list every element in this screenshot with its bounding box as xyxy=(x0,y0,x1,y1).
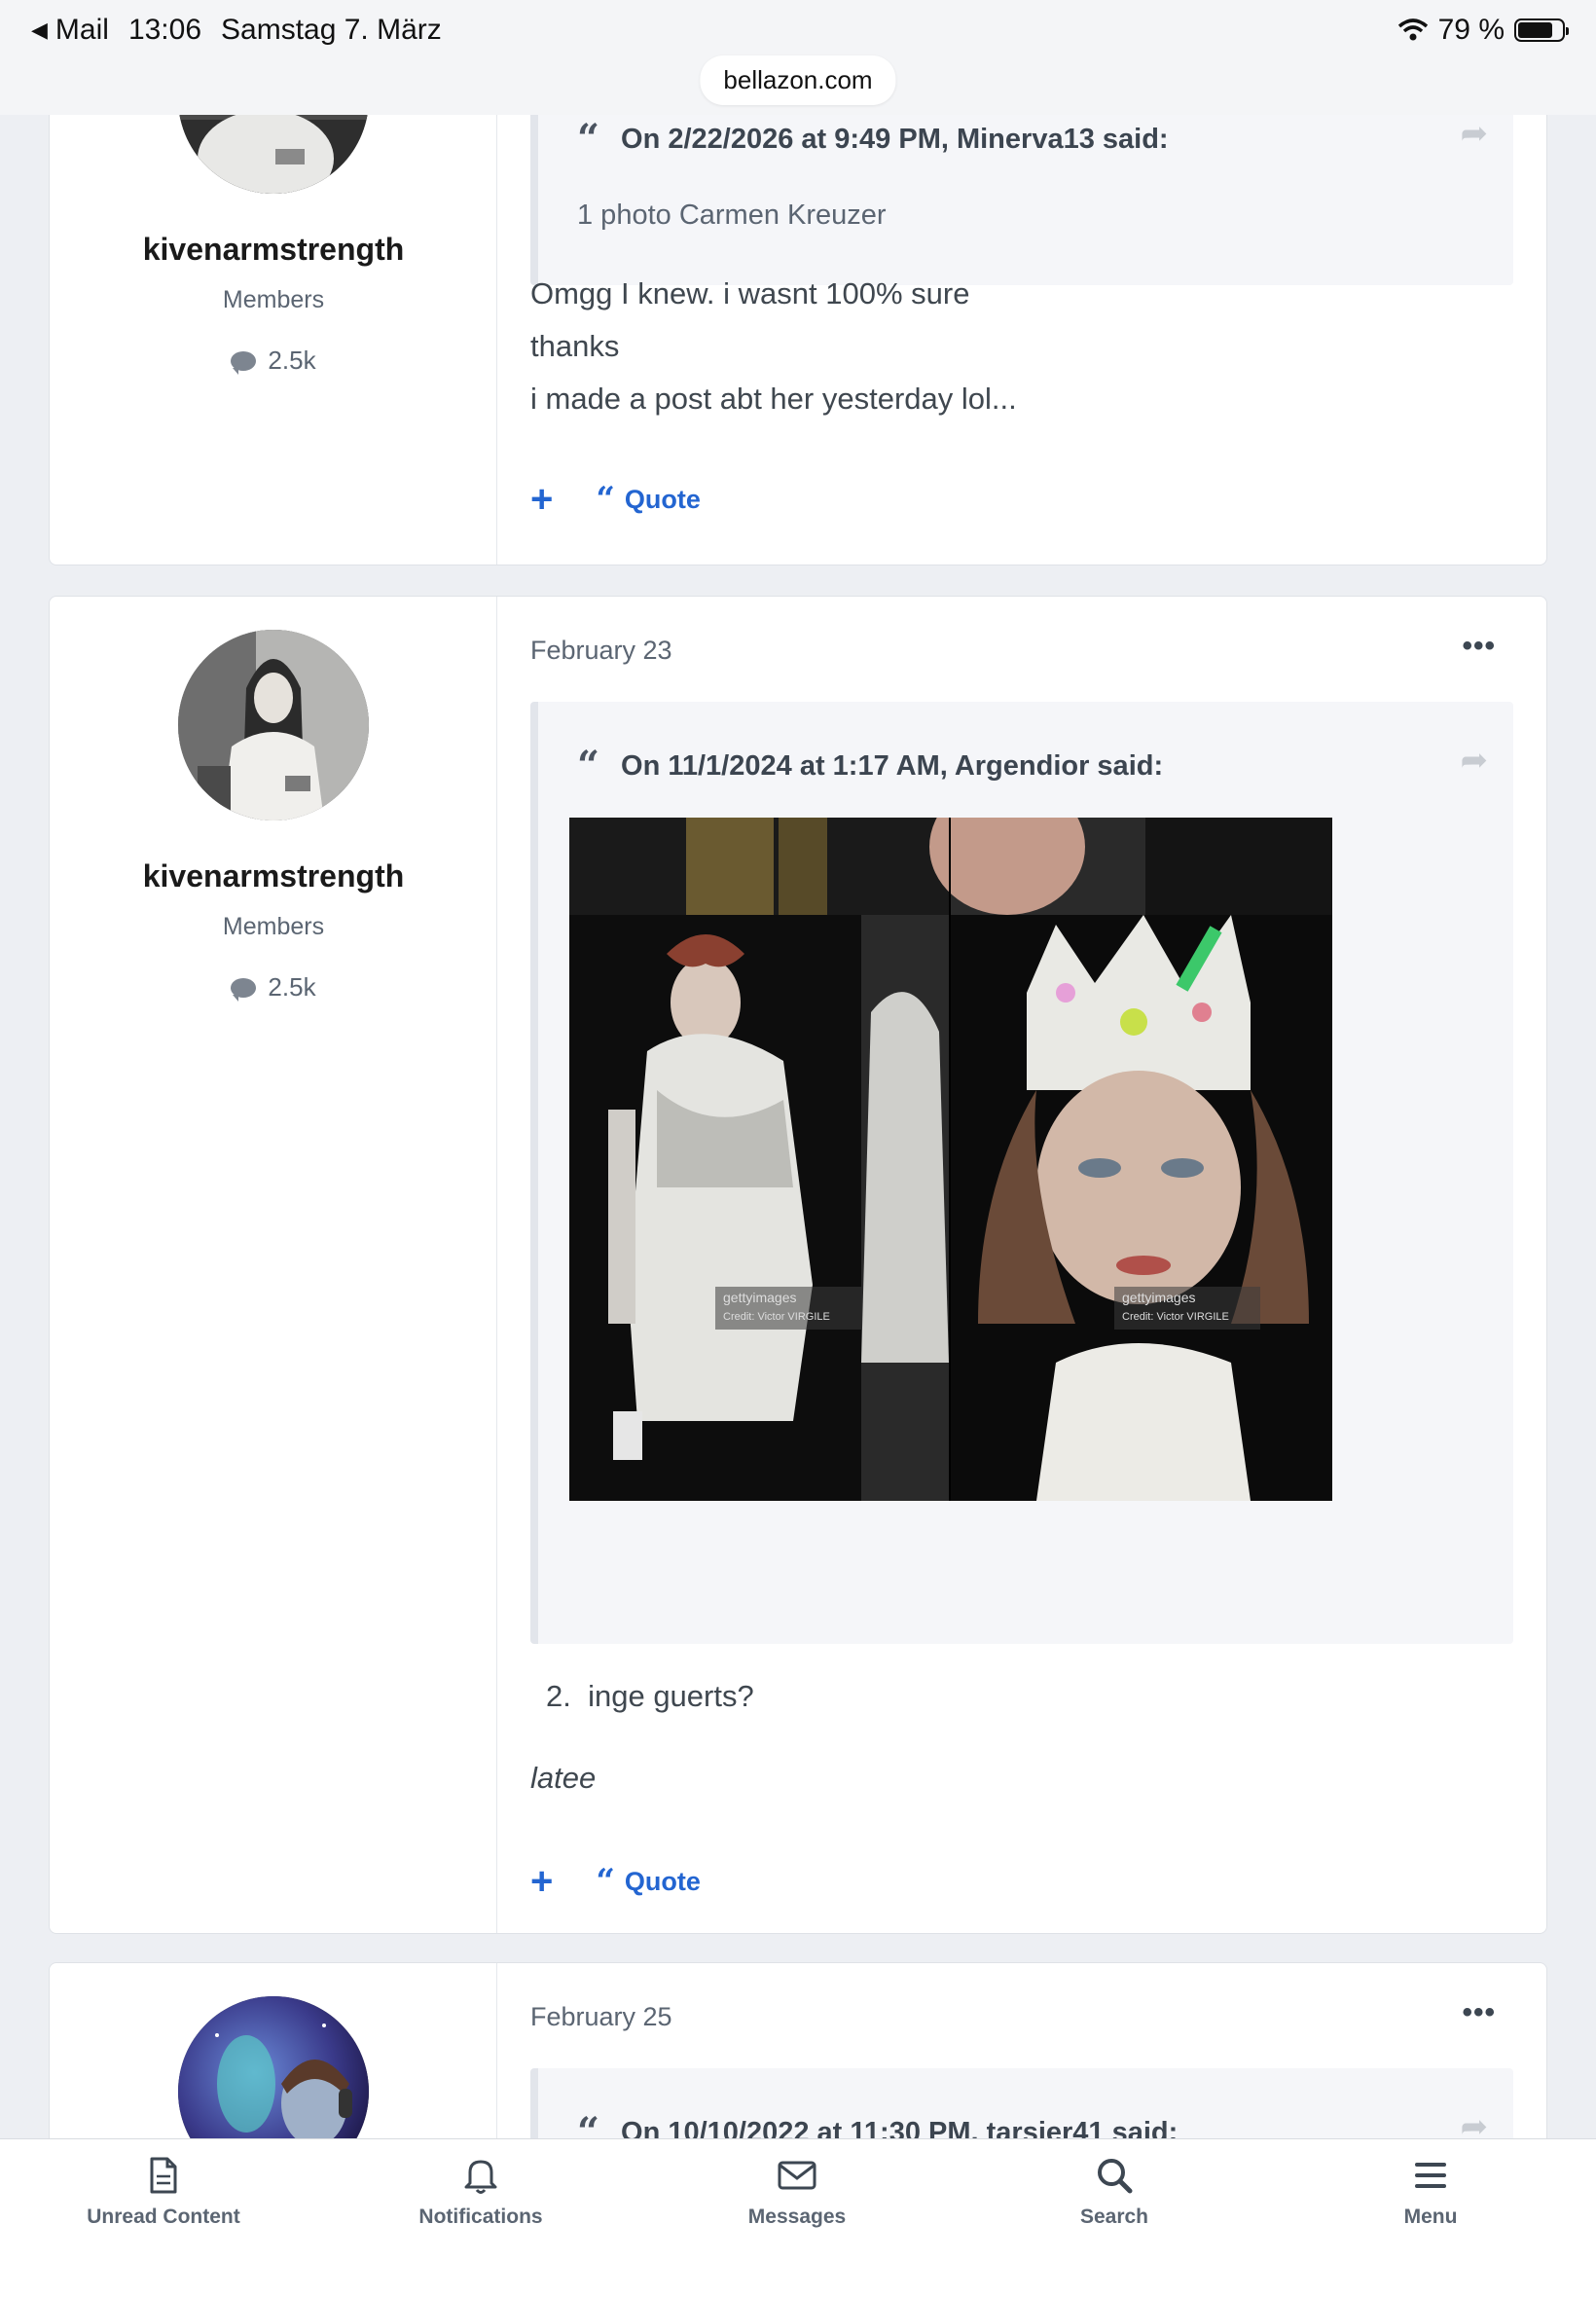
tab-label: Menu xyxy=(1403,2206,1458,2228)
quote-mark-icon: “ xyxy=(577,743,600,788)
quote-header: “ On 2/22/2026 at 9:49 PM, Minerva13 sai… xyxy=(577,120,1169,159)
quote-mark-icon: “ xyxy=(577,116,600,162)
body-line: i made a post abt her yesterday lol... xyxy=(530,382,1017,416)
post-2: kivenarmstrength Members 2.5k February 2… xyxy=(49,596,1547,1934)
more-options-icon[interactable]: ••• xyxy=(1462,1996,1496,2029)
battery-icon xyxy=(1514,18,1569,42)
author-name[interactable]: kivenarmstrength xyxy=(50,858,497,894)
react-plus-button[interactable]: + xyxy=(530,480,553,519)
quote-citation[interactable]: On 11/1/2024 at 1:17 AM, Argendior said: xyxy=(621,750,1163,783)
post-date[interactable]: February 25 xyxy=(530,2002,672,2032)
status-time: 13:06 xyxy=(127,14,202,46)
post-actions: + “ Quote xyxy=(530,480,701,519)
more-options-icon[interactable]: ••• xyxy=(1462,630,1496,663)
back-to-app[interactable]: ◀ Mail xyxy=(31,14,109,47)
tab-unread-content[interactable]: Unread Content xyxy=(56,2153,271,2229)
post-count: 2.5k xyxy=(50,972,497,1003)
post-count: 2.5k xyxy=(50,346,497,376)
post-actions: + “ Quote xyxy=(530,1862,701,1901)
list-number: 2. xyxy=(546,1679,571,1713)
author-panel: kivenarmstrength Members 2.5k xyxy=(50,597,497,1933)
list-text: inge guerts? xyxy=(588,1679,754,1713)
share-arrow-icon[interactable]: ➦ xyxy=(1461,114,1489,153)
watermark-text: gettyimages xyxy=(723,1290,796,1305)
watermark-text: Credit: Victor VIRGILE xyxy=(723,1311,830,1323)
body-line: thanks xyxy=(530,329,620,363)
author-group: Members xyxy=(222,286,325,313)
tab-label: Messages xyxy=(747,2206,847,2228)
url-bar[interactable]: bellazon.com xyxy=(700,55,896,105)
tab-messages[interactable]: Messages xyxy=(690,2153,904,2229)
quote-mark-icon: “ xyxy=(596,480,615,519)
quote-block: “ On 11/1/2024 at 1:17 AM, Argendior sai… xyxy=(530,702,1513,1644)
watermark-text: Credit: Victor VIRGILE xyxy=(1122,1311,1229,1323)
react-plus-button[interactable]: + xyxy=(530,1862,553,1901)
quote-button[interactable]: “ Quote xyxy=(596,1862,701,1901)
quote-block: “ On 2/22/2026 at 9:49 PM, Minerva13 sai… xyxy=(530,91,1513,285)
envelope-icon xyxy=(778,2161,816,2190)
quoted-photo[interactable]: gettyimages Credit: Victor VIRGILE getty… xyxy=(569,818,1332,1501)
tab-label: Notifications xyxy=(418,2206,543,2228)
comment-bubble-icon xyxy=(231,977,257,1002)
italic-text: latee xyxy=(530,1761,597,1795)
quote-citation[interactable]: On 2/22/2026 at 9:49 PM, Minerva13 said: xyxy=(621,124,1169,156)
back-app-label: Mail xyxy=(54,14,109,46)
avatar[interactable] xyxy=(178,630,369,820)
quote-button[interactable]: “ Quote xyxy=(596,480,701,519)
body-line: Omgg I knew. i wasnt 100% sure xyxy=(530,276,970,310)
bell-icon xyxy=(464,2160,497,2194)
search-icon xyxy=(1098,2159,1133,2194)
quote-text: 1 photo Carmen Kreuzer xyxy=(577,200,887,231)
wifi-icon xyxy=(1397,18,1428,41)
tab-label: Unread Content xyxy=(87,2206,240,2228)
share-arrow-icon[interactable]: ➦ xyxy=(1461,741,1489,780)
url-text: bellazon.com xyxy=(723,65,873,94)
list-item: 2. inge guerts? xyxy=(546,1679,754,1714)
quote-button-label: Quote xyxy=(624,1866,701,1896)
quote-header: “ On 11/1/2024 at 1:17 AM, Argendior sai… xyxy=(577,747,1163,785)
post-date[interactable]: February 23 xyxy=(530,636,672,666)
quote-button-label: Quote xyxy=(624,484,701,514)
tab-label: Search xyxy=(1079,2206,1149,2228)
document-icon xyxy=(150,2157,177,2194)
watermark-text: gettyimages xyxy=(1122,1290,1195,1305)
post-content: February 23 ••• “ On 11/1/2024 at 1:17 A… xyxy=(530,597,1513,1933)
post-count-value: 2.5k xyxy=(268,972,316,1002)
status-date: Samstag 7. März xyxy=(221,14,442,46)
quote-mark-icon: “ xyxy=(596,1862,615,1901)
tab-notifications[interactable]: Notifications xyxy=(374,2153,588,2229)
post-body: Omgg I knew. i wasnt 100% sure thanks i … xyxy=(530,268,1017,425)
home-indicator-area xyxy=(0,2278,1596,2297)
comment-bubble-icon xyxy=(231,350,257,375)
author-name[interactable]: kivenarmstrength xyxy=(50,232,497,268)
author-group: Members xyxy=(222,913,325,940)
battery-percent: 79 % xyxy=(1437,14,1505,46)
status-bar: ◀ Mail 13:06 Samstag 7. März 79 % xyxy=(0,0,1596,60)
back-triangle-icon: ◀ xyxy=(31,18,48,42)
tab-search[interactable]: Search xyxy=(1007,2153,1221,2229)
tab-menu[interactable]: Menu xyxy=(1324,2153,1538,2229)
menu-icon xyxy=(1415,2163,1446,2188)
bottom-tab-bar: Unread Content Notifications Messages Se… xyxy=(0,2138,1596,2297)
post-count-value: 2.5k xyxy=(268,346,316,375)
